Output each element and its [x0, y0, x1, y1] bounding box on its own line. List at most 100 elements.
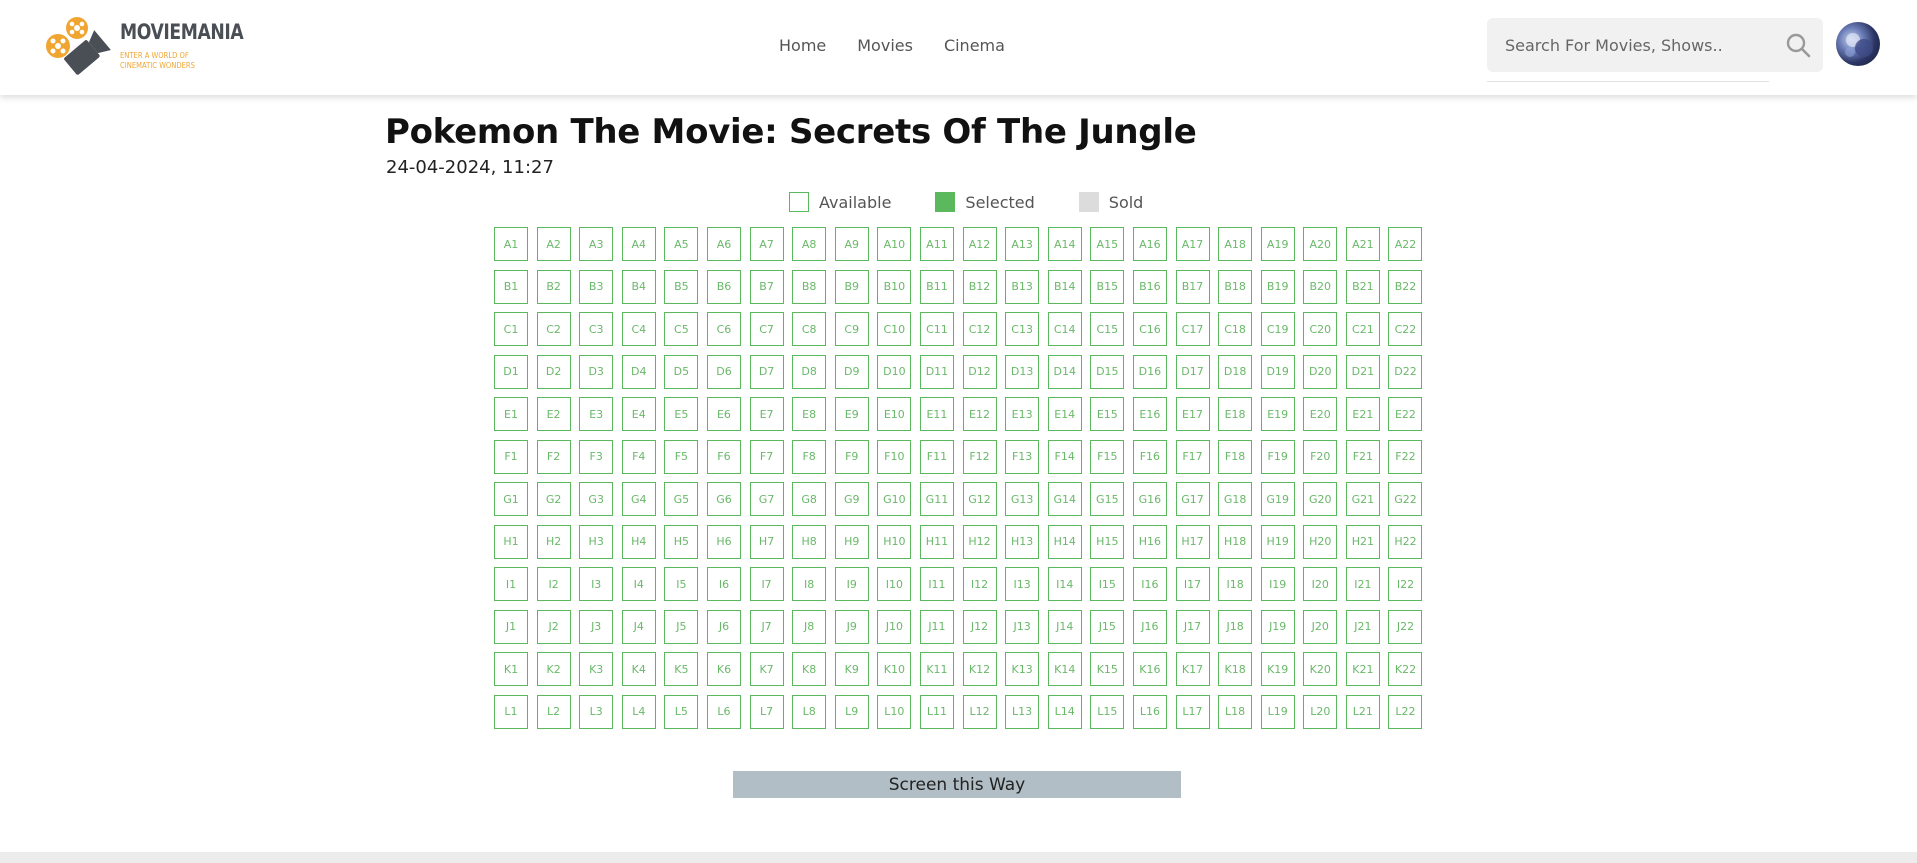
- seat-e1[interactable]: E1: [494, 397, 528, 431]
- seat-g13[interactable]: G13: [1005, 482, 1040, 516]
- seat-f4[interactable]: F4: [621, 439, 656, 474]
- seat-k13[interactable]: K13: [1005, 652, 1040, 686]
- seat-f14[interactable]: F14: [1047, 439, 1082, 474]
- seat-j20[interactable]: J20: [1303, 609, 1338, 644]
- seat-h16[interactable]: H16: [1132, 524, 1167, 559]
- seat-c3[interactable]: C3: [579, 312, 614, 346]
- seat-c7[interactable]: C7: [749, 312, 784, 346]
- seat-f1[interactable]: F1: [494, 439, 528, 474]
- seat-f20[interactable]: F20: [1303, 439, 1338, 474]
- seat-h2[interactable]: H2: [536, 524, 571, 559]
- seat-c12[interactable]: C12: [962, 312, 997, 346]
- seat-d7[interactable]: D7: [749, 354, 784, 389]
- seat-k2[interactable]: K2: [536, 652, 571, 686]
- seat-j16[interactable]: J16: [1132, 609, 1167, 644]
- seat-e19[interactable]: E19: [1260, 397, 1295, 431]
- seat-b11[interactable]: B11: [919, 269, 954, 304]
- seat-i14[interactable]: I14: [1047, 567, 1082, 601]
- seat-i6[interactable]: I6: [706, 567, 741, 601]
- seat-b16[interactable]: B16: [1132, 269, 1167, 304]
- seat-d14[interactable]: D14: [1047, 354, 1082, 389]
- seat-d15[interactable]: D15: [1090, 354, 1125, 389]
- seat-i18[interactable]: I18: [1218, 567, 1253, 601]
- seat-f8[interactable]: F8: [792, 439, 827, 474]
- seat-a1[interactable]: A1: [494, 227, 528, 261]
- seat-l21[interactable]: L21: [1345, 694, 1380, 729]
- seat-b3[interactable]: B3: [579, 269, 614, 304]
- seat-h3[interactable]: H3: [579, 524, 614, 559]
- seat-b20[interactable]: B20: [1303, 269, 1338, 304]
- seat-d8[interactable]: D8: [792, 354, 827, 389]
- seat-f9[interactable]: F9: [834, 439, 869, 474]
- seat-h5[interactable]: H5: [664, 524, 699, 559]
- seat-k3[interactable]: K3: [579, 652, 614, 686]
- seat-g10[interactable]: G10: [877, 482, 912, 516]
- seat-e8[interactable]: E8: [792, 397, 827, 431]
- seat-k6[interactable]: K6: [706, 652, 741, 686]
- seat-g17[interactable]: G17: [1175, 482, 1210, 516]
- seat-g14[interactable]: G14: [1047, 482, 1082, 516]
- seat-b10[interactable]: B10: [877, 269, 912, 304]
- seat-d11[interactable]: D11: [919, 354, 954, 389]
- seat-c16[interactable]: C16: [1132, 312, 1167, 346]
- seat-f22[interactable]: F22: [1388, 439, 1423, 474]
- seat-l14[interactable]: L14: [1047, 694, 1082, 729]
- seat-l4[interactable]: L4: [621, 694, 656, 729]
- seat-e21[interactable]: E21: [1345, 397, 1380, 431]
- seat-k11[interactable]: K11: [919, 652, 954, 686]
- seat-l15[interactable]: L15: [1090, 694, 1125, 729]
- seat-b6[interactable]: B6: [706, 269, 741, 304]
- seat-b15[interactable]: B15: [1090, 269, 1125, 304]
- seat-k18[interactable]: K18: [1218, 652, 1253, 686]
- seat-l12[interactable]: L12: [962, 694, 997, 729]
- seat-a18[interactable]: A18: [1218, 227, 1253, 261]
- seat-c5[interactable]: C5: [664, 312, 699, 346]
- seat-b8[interactable]: B8: [792, 269, 827, 304]
- seat-c14[interactable]: C14: [1047, 312, 1082, 346]
- seat-i8[interactable]: I8: [792, 567, 827, 601]
- seat-k4[interactable]: K4: [621, 652, 656, 686]
- seat-b9[interactable]: B9: [834, 269, 869, 304]
- seat-h11[interactable]: H11: [919, 524, 954, 559]
- seat-j9[interactable]: J9: [834, 609, 869, 644]
- seat-c10[interactable]: C10: [877, 312, 912, 346]
- seat-d6[interactable]: D6: [706, 354, 741, 389]
- seat-k19[interactable]: K19: [1260, 652, 1295, 686]
- seat-d18[interactable]: D18: [1218, 354, 1253, 389]
- seat-a3[interactable]: A3: [579, 227, 614, 261]
- seat-l16[interactable]: L16: [1132, 694, 1167, 729]
- seat-g12[interactable]: G12: [962, 482, 997, 516]
- seat-i11[interactable]: I11: [919, 567, 954, 601]
- seat-a21[interactable]: A21: [1345, 227, 1380, 261]
- seat-j14[interactable]: J14: [1047, 609, 1082, 644]
- seat-j7[interactable]: J7: [749, 609, 784, 644]
- seat-g21[interactable]: G21: [1345, 482, 1380, 516]
- search-icon[interactable]: [1785, 32, 1811, 58]
- seat-a14[interactable]: A14: [1047, 227, 1082, 261]
- seat-d5[interactable]: D5: [664, 354, 699, 389]
- seat-k20[interactable]: K20: [1303, 652, 1338, 686]
- seat-h4[interactable]: H4: [621, 524, 656, 559]
- seat-a7[interactable]: A7: [749, 227, 784, 261]
- seat-a12[interactable]: A12: [962, 227, 997, 261]
- seat-l8[interactable]: L8: [792, 694, 827, 729]
- avatar[interactable]: [1836, 22, 1880, 66]
- seat-k8[interactable]: K8: [792, 652, 827, 686]
- seat-k7[interactable]: K7: [749, 652, 784, 686]
- seat-b21[interactable]: B21: [1345, 269, 1380, 304]
- seat-a22[interactable]: A22: [1388, 227, 1423, 261]
- seat-j6[interactable]: J6: [706, 609, 741, 644]
- seat-g19[interactable]: G19: [1260, 482, 1295, 516]
- seat-j1[interactable]: J1: [494, 609, 528, 644]
- seat-k10[interactable]: K10: [877, 652, 912, 686]
- seat-h17[interactable]: H17: [1175, 524, 1210, 559]
- seat-j17[interactable]: J17: [1175, 609, 1210, 644]
- seat-h19[interactable]: H19: [1260, 524, 1295, 559]
- seat-h20[interactable]: H20: [1303, 524, 1338, 559]
- seat-a15[interactable]: A15: [1090, 227, 1125, 261]
- nav-cinema[interactable]: Cinema: [944, 36, 1005, 55]
- seat-g18[interactable]: G18: [1218, 482, 1253, 516]
- seat-e3[interactable]: E3: [579, 397, 614, 431]
- seat-a13[interactable]: A13: [1005, 227, 1040, 261]
- seat-f15[interactable]: F15: [1090, 439, 1125, 474]
